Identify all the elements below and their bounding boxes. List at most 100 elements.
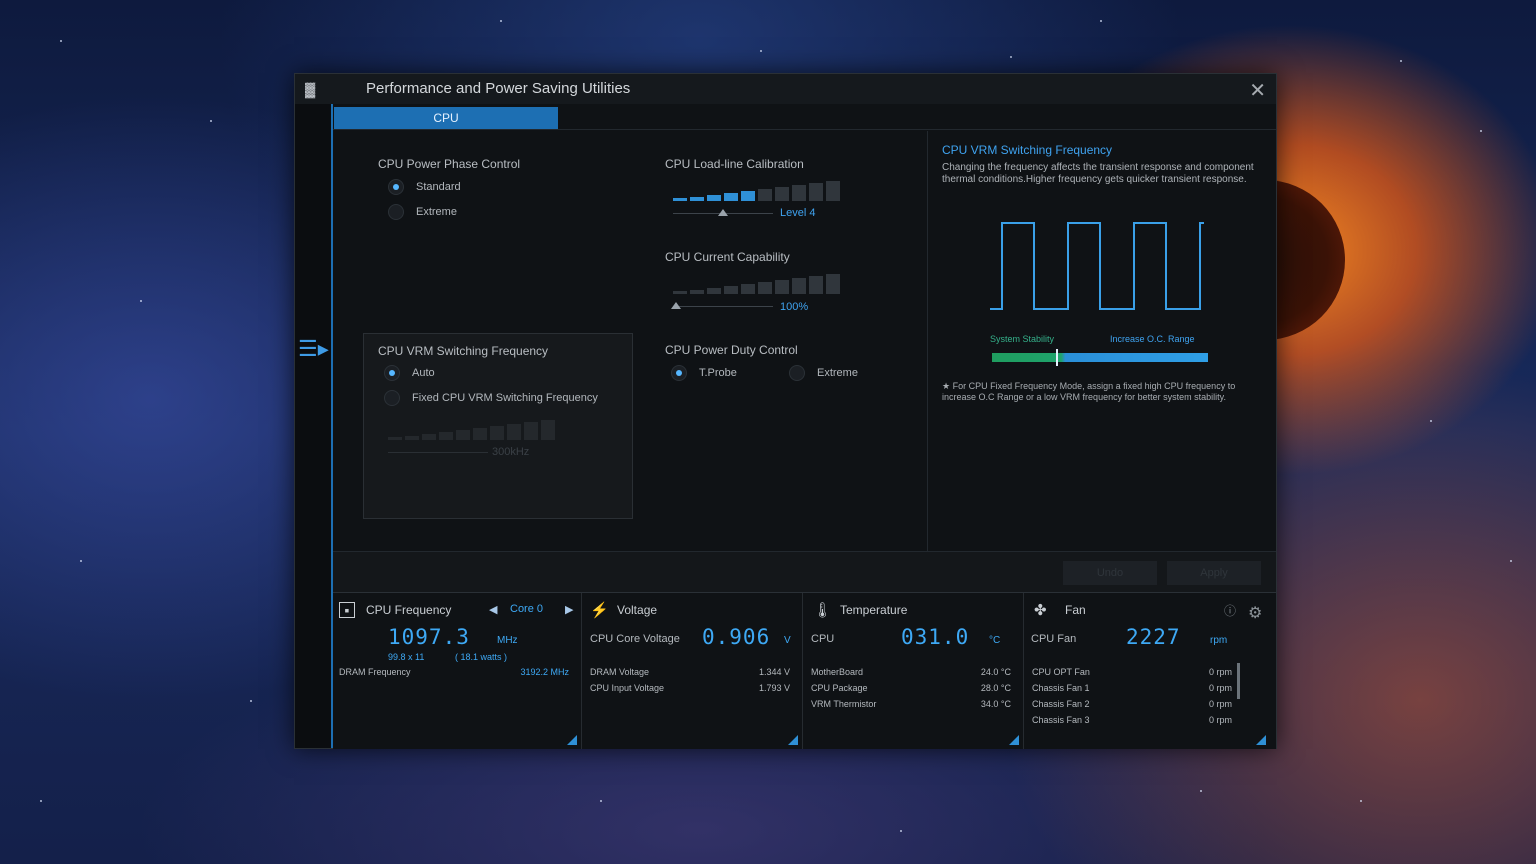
panel-expand-icon[interactable] [1009,735,1019,745]
core-selector[interactable]: Core 0 [510,603,543,615]
stability-range-bar [992,353,1208,362]
apply-button[interactable]: Apply [1167,561,1261,585]
current-title: CPU Current Capability [665,250,790,264]
panel-expand-icon[interactable] [1256,735,1266,745]
utility-window: ▓ Performance and Power Saving Utilities… [294,73,1277,749]
cpu-chip-icon: ▪ [339,602,355,618]
dram-frequency-label: DRAM Frequency [339,667,411,677]
current-slider-thumb[interactable] [671,302,681,309]
cpu-temp-unit: °C [989,635,1001,646]
fan-panel: ✤ Fan ⓘ ⚙ CPU Fan 2227 rpm CPU OPT Fan 0… [1024,593,1276,749]
panel-expand-icon[interactable] [567,735,577,745]
duty-extreme-label: Extreme [817,367,858,379]
fan-title: Fan [1065,603,1086,617]
cpu-temp-value: 031.0 [901,625,970,649]
voltage-panel: ⚡ Voltage CPU Core Voltage 0.906 V DRAM … [582,593,803,749]
radio-vrm-fixed[interactable] [384,390,400,406]
vrm-frequency-box: CPU VRM Switching Frequency Auto Fixed C… [363,333,633,519]
vrm-temp-value: 34.0 °C [980,699,1011,709]
core-voltage-label: CPU Core Voltage [590,633,680,645]
core-voltage-value: 0.906 [702,625,771,649]
core-next-icon[interactable]: ▶ [565,603,573,616]
current-meter [673,270,843,294]
dram-frequency-value: 3192.2 MHz [520,667,569,677]
radio-duty-extreme[interactable] [789,365,805,381]
core-prev-icon[interactable]: ◀ [489,603,497,616]
cpu-ratio: 99.8 x 11 [388,652,425,662]
phase-extreme-label: Extreme [416,206,457,218]
gear-icon[interactable]: ⚙ [1248,603,1262,623]
fan-list-scrollbar[interactable] [1237,663,1240,699]
oc-range-label: Increase O.C. Range [1110,334,1195,344]
radio-duty-tprobe[interactable] [671,365,687,381]
vrm-fixed-label: Fixed CPU VRM Switching Frequency [412,392,598,404]
help-description: Changing the frequency affects the trans… [942,162,1254,185]
vrm-value: 300kHz [492,446,530,458]
sidebar-lower [295,592,333,748]
help-title: CPU VRM Switching Frequency [942,143,1113,157]
chassis-fan-2-value: 0 rpm [1208,699,1232,709]
cpu-frequency-title: CPU Frequency [366,603,452,617]
duty-title: CPU Power Duty Control [665,343,798,357]
motherboard-temp-label: MotherBoard [811,667,864,677]
fan-icon: ✤ [1034,602,1047,619]
llc-title: CPU Load-line Calibration [665,157,804,171]
cpu-frequency-value: 1097.3 [388,625,470,649]
temperature-title: Temperature [840,603,908,617]
chassis-fan-1-label: Chassis Fan 1 [1032,683,1090,693]
close-icon[interactable]: ✕ [1249,78,1266,103]
radio-vrm-auto[interactable] [384,365,400,381]
current-slider-track[interactable] [673,306,773,307]
input-voltage-label: CPU Input Voltage [590,683,665,693]
settings-area: CPU Power Phase Control Standard Extreme… [333,131,928,551]
panel-expand-icon[interactable] [788,735,798,745]
thermometer-icon: 🌡 [813,602,833,619]
chassis-fan-2-label: Chassis Fan 2 [1032,699,1090,709]
undo-button[interactable]: Undo [1063,561,1157,585]
radio-phase-extreme[interactable] [388,204,404,220]
sidebar: ☰▸ [295,104,333,592]
vrm-meter [388,416,558,440]
info-icon[interactable]: ⓘ [1224,602,1236,619]
opt-fan-value: 0 rpm [1208,667,1232,677]
core-voltage-unit: V [784,635,791,646]
tab-cpu[interactable]: CPU [334,107,558,129]
tuf-logo-icon: ▓ [305,81,316,97]
vrm-temp-label: VRM Thermistor [811,699,877,709]
menu-icon[interactable]: ☰▸ [298,338,329,360]
temperature-panel: 🌡 Temperature CPU 031.0 °C MotherBoard 2… [803,593,1024,749]
help-note: ★ For CPU Fixed Frequency Mode, assign a… [942,381,1236,402]
chassis-fan-3-value: 0 rpm [1208,715,1232,725]
window-title: Performance and Power Saving Utilities [366,80,631,97]
phase-control-title: CPU Power Phase Control [378,157,521,171]
action-bar: Undo Apply [333,551,1276,592]
chassis-fan-1-value: 0 rpm [1208,683,1232,693]
package-temp-label: CPU Package [811,683,868,693]
input-voltage-value: 1.793 V [758,683,790,693]
chassis-fan-3-label: Chassis Fan 3 [1032,715,1090,725]
dram-voltage-value: 1.344 V [758,667,790,677]
llc-value: Level 4 [780,207,816,219]
cpu-fan-unit: rpm [1210,635,1228,646]
llc-meter [673,177,843,201]
cpu-frequency-unit: MHz [497,635,518,646]
tab-bar: CPU [333,107,1276,130]
duty-tprobe-label: T.Probe [699,367,737,379]
help-pane: CPU VRM Switching Frequency Changing the… [927,131,1276,551]
monitor-panels: ▪ CPU Frequency ◀ Core 0 ▶ 1097.3 MHz 99… [333,592,1276,749]
motherboard-temp-value: 24.0 °C [980,667,1011,677]
dram-voltage-label: DRAM Voltage [590,667,650,677]
cpu-fan-label: CPU Fan [1031,633,1077,645]
package-temp-value: 28.0 °C [980,683,1011,693]
radio-phase-standard[interactable] [388,179,404,195]
cpu-temp-label: CPU [811,633,835,645]
cpu-frequency-panel: ▪ CPU Frequency ◀ Core 0 ▶ 1097.3 MHz 99… [333,593,582,749]
opt-fan-label: CPU OPT Fan [1032,667,1090,677]
stability-range-marker [1056,349,1058,366]
vrm-slider-track [388,452,488,453]
phase-standard-label: Standard [416,181,461,193]
llc-slider-thumb[interactable] [718,209,728,216]
vrm-title: CPU VRM Switching Frequency [378,344,549,358]
cpu-fan-value: 2227 [1126,625,1181,649]
square-wave-illustration [990,222,1204,310]
